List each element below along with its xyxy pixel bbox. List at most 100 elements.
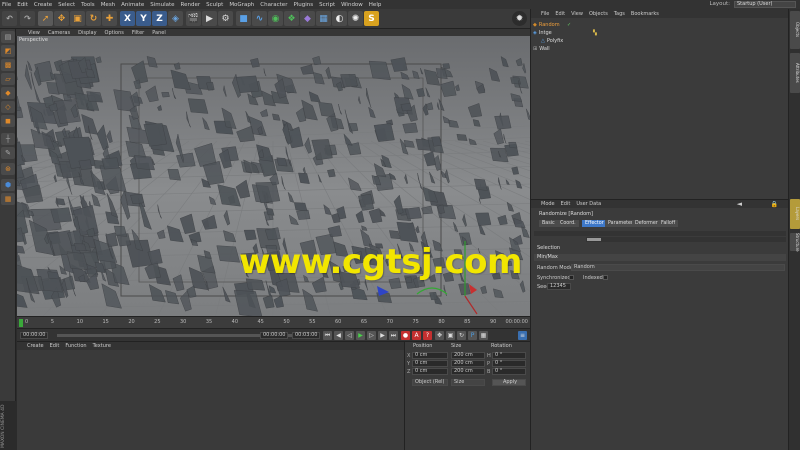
selection-row[interactable]: Selection (534, 245, 786, 252)
axis-x-button[interactable]: X (120, 11, 135, 26)
points-mode-icon[interactable]: ◆ (1, 87, 15, 99)
snap-icon[interactable]: ⊛ (1, 163, 15, 175)
texture-mode-icon[interactable]: ▩ (1, 59, 15, 71)
go-to-end-icon[interactable]: ⏭ (389, 331, 398, 340)
attr-menu-user-data[interactable]: User Data (576, 201, 601, 207)
autokey-icon[interactable]: A (412, 331, 421, 340)
material-menu-function[interactable]: Function (65, 343, 86, 349)
workplane-icon[interactable]: ▱ (1, 73, 15, 85)
edges-mode-icon[interactable]: ◇ (1, 101, 15, 113)
attr-tab-falloff[interactable]: Falloff (658, 220, 679, 227)
attr-menu-edit[interactable]: Edit (561, 201, 571, 207)
rotation-p-field[interactable]: 0 ° (492, 360, 526, 367)
position-y-field[interactable]: 0 cm (412, 360, 448, 367)
object-row-polyfix[interactable]: △ Polyfix (541, 37, 563, 45)
size-z-field[interactable]: 200 cm (451, 368, 485, 375)
attr-menu-mode[interactable]: Mode (541, 201, 555, 207)
object-row-intge[interactable]: ◈ Intge ▚ (533, 29, 597, 37)
point-level-key-icon[interactable]: ▦ (479, 331, 488, 340)
rotation-key-icon[interactable]: ↻ (457, 331, 466, 340)
side-tab-layers[interactable]: Layers (790, 199, 800, 229)
cube-icon[interactable]: ■ (236, 11, 251, 26)
minmax-section[interactable]: Min/Max (534, 254, 786, 261)
next-key-icon[interactable]: ▶ (378, 331, 387, 340)
position-x-field[interactable]: 0 cm (412, 352, 448, 359)
start-time-field[interactable]: 00:00:00 (260, 332, 288, 339)
camera-icon[interactable]: ◐ (332, 11, 347, 26)
nurbs-icon[interactable]: ◉ (268, 11, 283, 26)
menu-file[interactable]: File (2, 2, 11, 8)
size-x-field[interactable]: 200 cm (451, 352, 485, 359)
play-icon[interactable]: ▶ (356, 331, 365, 340)
object-menu-edit[interactable]: Edit (555, 11, 565, 17)
attr-tab-deformer[interactable]: Deformer (632, 220, 661, 227)
layout-select[interactable]: Startup (User) (734, 1, 796, 8)
timeline-window-icon[interactable]: ≡ (518, 331, 527, 340)
strength-slider-track[interactable] (586, 237, 786, 242)
axis-z-button[interactable]: Z (152, 11, 167, 26)
position-z-field[interactable]: 0 cm (412, 368, 448, 375)
viewport-menu-view[interactable]: View (28, 30, 40, 36)
script-icon[interactable]: S (364, 11, 379, 26)
rotate-icon[interactable]: ↻ (86, 11, 101, 26)
back-arrow-icon[interactable]: ◄ (737, 200, 742, 208)
next-frame-icon[interactable]: ▷ (367, 331, 376, 340)
lock-workplane-icon[interactable]: ⬢ (1, 179, 15, 191)
go-to-start-icon[interactable]: ⏮ (323, 331, 332, 340)
viewport-menu-panel[interactable]: Panel (152, 30, 166, 36)
timeline-playhead[interactable] (19, 319, 23, 327)
menu-render[interactable]: Render (181, 2, 201, 8)
viewport-menu-filter[interactable]: Filter (132, 30, 144, 36)
scale-icon[interactable]: ▣ (70, 11, 85, 26)
light-icon[interactable]: ✺ (348, 11, 363, 26)
viewport-menu-options[interactable]: Options (105, 30, 124, 36)
menu-mesh[interactable]: Mesh (101, 2, 115, 8)
current-time-field[interactable]: 00:00:00 (20, 332, 48, 339)
rotation-b-field[interactable]: 0 ° (492, 368, 526, 375)
object-row-random[interactable]: ◆ Random ✓ (533, 21, 571, 29)
menu-animate[interactable]: Animate (121, 2, 144, 8)
attr-tab-effector[interactable]: Effector (582, 220, 607, 227)
attr-tab-coord[interactable]: Coord. (557, 220, 579, 227)
seed-field[interactable]: 12345 (547, 283, 571, 290)
live-select-icon[interactable]: ✚ (102, 11, 117, 26)
viewport-menu-display[interactable]: Display (78, 30, 96, 36)
menu-character[interactable]: Character (260, 2, 287, 8)
menu-window[interactable]: Window (341, 2, 363, 8)
indexed-checkbox[interactable] (603, 275, 608, 280)
polygons-mode-icon[interactable]: ◼ (1, 115, 15, 127)
menu-sculpt[interactable]: Sculpt (206, 2, 223, 8)
menu-edit[interactable]: Edit (17, 2, 28, 8)
material-manager[interactable]: Create Edit Function Texture (17, 341, 404, 450)
position-key-icon[interactable]: ✥ (435, 331, 444, 340)
previous-frame-icon[interactable]: ◁ (345, 331, 354, 340)
scale-key-icon[interactable]: ▣ (446, 331, 455, 340)
attr-tab-basic[interactable]: Basic (539, 220, 558, 227)
object-menu-bookmarks[interactable]: Bookmarks (631, 11, 659, 17)
end-time-field[interactable]: 00:03:00 (292, 332, 320, 339)
floor-icon[interactable]: ▦ (316, 11, 331, 26)
render-settings-icon[interactable]: ⚙ (218, 11, 233, 26)
menu-select[interactable]: Select (58, 2, 75, 8)
object-menu-view[interactable]: View (571, 11, 583, 17)
menu-simulate[interactable]: Simulate (150, 2, 174, 8)
menu-mograph[interactable]: MoGraph (229, 2, 254, 8)
object-row-wall[interactable]: ⊞ Wall (533, 45, 550, 53)
tag-icon[interactable]: ▚ (593, 30, 597, 36)
make-editable-icon[interactable]: ▤ (1, 31, 15, 43)
tweak-mode-icon[interactable]: ✎ (1, 147, 15, 159)
menu-help[interactable]: Help (369, 2, 382, 8)
coord-size-select[interactable]: Size (451, 379, 485, 386)
side-tab-structure[interactable]: Structure (790, 233, 800, 252)
render-view-icon[interactable]: ▶ (202, 11, 217, 26)
synchronized-checkbox[interactable] (569, 275, 574, 280)
parameter-key-icon[interactable]: P (468, 331, 477, 340)
visibility-check-icon[interactable]: ✓ (567, 22, 571, 28)
material-menu-texture[interactable]: Texture (93, 343, 111, 349)
menu-create[interactable]: Create (34, 2, 52, 8)
coord-mode-select[interactable]: Object (Rel) (412, 379, 448, 386)
previous-key-icon[interactable]: ◀ (334, 331, 343, 340)
keyframe-selection-icon[interactable]: ? (423, 331, 432, 340)
settings-gear-icon[interactable]: ✹ (512, 11, 527, 26)
axis-y-button[interactable]: Y (136, 11, 151, 26)
